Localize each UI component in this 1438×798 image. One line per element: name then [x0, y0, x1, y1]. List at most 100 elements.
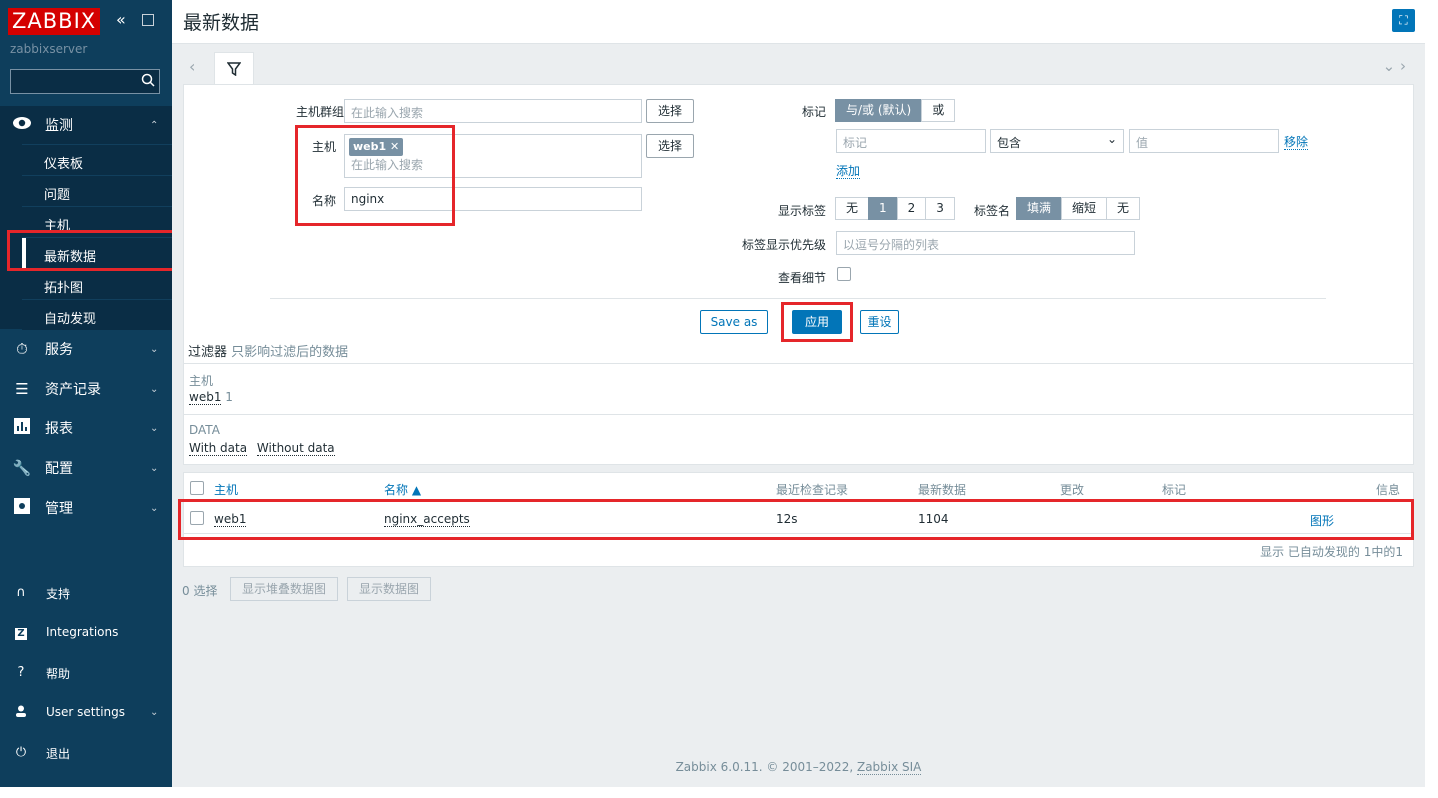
- graph-button[interactable]: 显示数据图: [347, 577, 431, 601]
- hostgroup-placeholder: 在此输入搜索: [351, 106, 424, 120]
- row-host-label: web1: [214, 512, 247, 527]
- hostgroup-select-button[interactable]: 选择: [646, 99, 694, 123]
- row-last-check: 12s: [776, 512, 798, 526]
- filter-tab[interactable]: [214, 52, 254, 84]
- tag-priority-label: 标签显示优先级: [741, 238, 826, 252]
- submenu-dashboard[interactable]: 仪表板: [22, 144, 172, 175]
- row-name-label: nginx_accepts: [384, 512, 470, 527]
- hostgroup-input[interactable]: 在此输入搜索: [344, 99, 642, 123]
- row-name[interactable]: nginx_accepts: [384, 512, 470, 527]
- tags-or-option[interactable]: 或: [921, 99, 956, 122]
- tag-operator-select[interactable]: 包含 ⌄: [990, 129, 1124, 153]
- row-graph-link[interactable]: 图形: [1310, 512, 1334, 529]
- tags-andor-option[interactable]: 与/或 (默认): [835, 99, 923, 122]
- show-tags-option[interactable]: 2: [896, 197, 927, 220]
- page-header: 最新数据 ⛶: [172, 0, 1425, 44]
- tag-name-option[interactable]: 缩短: [1061, 197, 1108, 220]
- host-select-button[interactable]: 选择: [646, 134, 694, 158]
- subfilter-hint: 只影响过滤后的数据: [231, 345, 349, 360]
- show-details-checkbox[interactable]: [837, 267, 851, 281]
- latest-data-table: 主机 名称 ▲ 最近检查记录 最新数据 更改 标记 信息 web1 nginx_…: [183, 472, 1414, 567]
- menu-inventory[interactable]: ☰ 资产记录 ⌄: [0, 370, 172, 408]
- filter-divider: [270, 298, 1326, 299]
- subfilter-host-card: 主机 web1 1: [183, 363, 1414, 415]
- row-host[interactable]: web1: [214, 512, 247, 527]
- sidebar-search-input[interactable]: [10, 69, 160, 94]
- name-input[interactable]: nginx: [344, 187, 642, 211]
- chevron-down-icon: ⌄: [150, 502, 159, 514]
- menu-support[interactable]: ∩ 支持: [0, 575, 172, 613]
- user-icon: [11, 705, 31, 721]
- fullscreen-icon[interactable]: ⛶: [1392, 9, 1415, 32]
- with-data-link[interactable]: With data: [189, 441, 248, 456]
- kiosk-mode-icon[interactable]: [142, 14, 154, 26]
- column-name[interactable]: 名称 ▲: [384, 481, 421, 498]
- chevron-down-icon: ⌄: [150, 422, 159, 434]
- menu-reports[interactable]: 报表 ⌄: [0, 409, 172, 447]
- column-host[interactable]: 主机: [214, 481, 238, 498]
- menu-logout[interactable]: ⏻ 退出: [0, 735, 172, 773]
- show-tags-option[interactable]: 无: [835, 197, 870, 220]
- tags-label: 标记: [801, 105, 826, 119]
- stacked-graph-button[interactable]: 显示堆叠数据图: [230, 577, 338, 601]
- chevron-down-icon: ⌄: [150, 707, 159, 718]
- menu-services[interactable]: ⏱ 服务 ⌄: [0, 330, 172, 368]
- tag-value-input[interactable]: 值: [1129, 129, 1279, 153]
- filter-panel: 主机群组 在此输入搜索 选择 主机 web1 ✕ 在此输入搜索 选择 名称 ng…: [183, 84, 1414, 364]
- zabbix-logo[interactable]: ZABBIX: [8, 8, 101, 35]
- subfilter-host-item[interactable]: web1 1: [189, 390, 233, 405]
- remove-tag-link[interactable]: 移除: [1284, 133, 1309, 150]
- subfilter-title-label: 过滤器: [188, 345, 228, 360]
- footer-company-link[interactable]: Zabbix SIA: [856, 760, 922, 775]
- host-tag[interactable]: web1 ✕: [349, 138, 404, 156]
- select-all-checkbox[interactable]: [190, 481, 204, 495]
- collapse-sidebar-icon[interactable]: «: [116, 10, 126, 29]
- menu-monitoring[interactable]: 监测 ⌃: [0, 106, 172, 144]
- table-summary: 显示 已自动发现的 1中的1: [1260, 545, 1403, 559]
- tag-name-option[interactable]: 填满: [1016, 197, 1063, 220]
- menu-help[interactable]: ? 帮助: [0, 655, 172, 693]
- menu-administration-label: 管理: [45, 501, 73, 517]
- host-multiselect[interactable]: web1 ✕ 在此输入搜索: [344, 134, 642, 178]
- menu-support-label: 支持: [46, 587, 71, 601]
- show-tags-option[interactable]: 1: [868, 197, 898, 220]
- show-tags-option[interactable]: 3: [925, 197, 955, 220]
- filter-tabbar: ‹ ⌄ ›: [183, 52, 1414, 84]
- host-label: 主机: [311, 140, 336, 154]
- tag-placeholder: 标记: [843, 136, 868, 150]
- tab-nav-icons[interactable]: ⌄ ›: [1383, 57, 1406, 75]
- show-details-label: 查看细节: [777, 271, 826, 285]
- remove-tag-icon[interactable]: ✕: [390, 140, 399, 153]
- submenu-hosts[interactable]: 主机: [22, 206, 172, 237]
- add-tag-link[interactable]: 添加: [836, 162, 861, 179]
- page-title: 最新数据: [183, 12, 260, 34]
- tag-name-input[interactable]: 标记: [836, 129, 986, 153]
- menu-configuration[interactable]: 🔧 配置 ⌄: [0, 449, 172, 487]
- tag-name-option[interactable]: 无: [1106, 197, 1141, 220]
- tag-priority-input[interactable]: 以逗号分隔的列表: [836, 231, 1135, 255]
- menu-user-settings[interactable]: User settings ⌄: [0, 695, 172, 733]
- list-icon: ☰: [15, 380, 29, 398]
- bar-chart-icon: [11, 418, 33, 438]
- reset-button[interactable]: 重设: [860, 310, 899, 334]
- submenu-latest-data[interactable]: 最新数据: [22, 237, 172, 269]
- page-footer: Zabbix 6.0.11. © 2001–2022, Zabbix SIA: [172, 760, 1425, 775]
- menu-integrations[interactable]: Z Integrations: [0, 615, 172, 653]
- right-margin: [1425, 0, 1438, 798]
- apply-button[interactable]: 应用: [792, 310, 842, 334]
- menu-monitoring-label: 监测: [45, 118, 73, 134]
- row-checkbox[interactable]: [190, 511, 204, 525]
- menu-administration[interactable]: 管理 ⌄: [0, 489, 172, 527]
- column-last-check: 最近检查记录: [776, 483, 849, 497]
- submenu-problems[interactable]: 问题: [22, 175, 172, 206]
- submenu-label: 主机: [44, 219, 71, 234]
- host-placeholder: 在此输入搜索: [351, 158, 424, 172]
- search-icon[interactable]: [141, 73, 155, 87]
- tags-evaltype: 与/或 (默认) 或: [835, 99, 956, 122]
- without-data-link[interactable]: Without data: [256, 441, 335, 456]
- submenu-discovery[interactable]: 自动发现: [22, 299, 172, 330]
- save-as-button[interactable]: Save as: [700, 310, 768, 334]
- chevron-left-icon[interactable]: ‹: [189, 57, 195, 76]
- subfilter-host-item-label: web1: [189, 390, 222, 405]
- submenu-maps[interactable]: 拓扑图: [22, 268, 172, 299]
